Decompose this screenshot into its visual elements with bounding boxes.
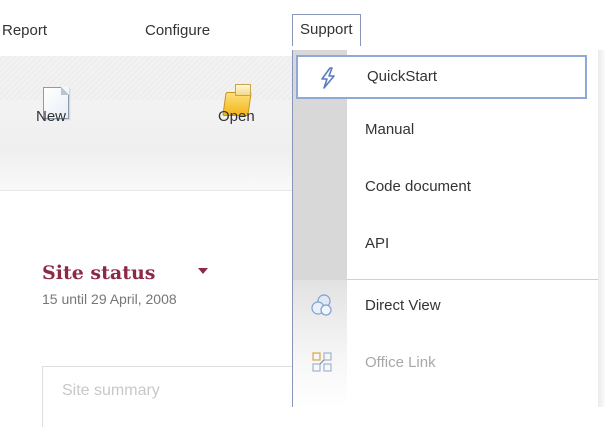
menu-configure[interactable]: Configure xyxy=(145,22,210,39)
menu-bar: Report Configure Support xyxy=(0,0,605,56)
menu-shadow xyxy=(597,50,605,407)
open-button[interactable]: Open xyxy=(218,108,255,125)
menu-item-label: Office Link xyxy=(365,354,436,371)
menu-item-office-link[interactable]: Office Link xyxy=(293,341,598,385)
new-button[interactable]: New xyxy=(36,108,66,125)
circles-icon xyxy=(311,294,332,316)
menu-item-quickstart[interactable]: QuickStart xyxy=(296,55,587,99)
site-status-date: 15 until 29 April, 2008 xyxy=(42,291,177,307)
menu-report[interactable]: Report xyxy=(2,22,47,39)
site-summary-label: Site summary xyxy=(62,382,160,399)
lightning-icon xyxy=(321,67,335,89)
menu-separator xyxy=(347,279,598,280)
menu-support[interactable]: Support xyxy=(292,14,361,46)
menu-item-label: Manual xyxy=(365,121,415,138)
office-link-icon xyxy=(312,352,332,372)
menu-item-label: Code document xyxy=(365,178,471,195)
menu-item-api[interactable]: API xyxy=(293,222,598,266)
menu-item-label: QuickStart xyxy=(367,68,438,85)
menu-item-label: API xyxy=(365,235,390,252)
menu-item-label: Direct View xyxy=(365,297,441,314)
caret-down-icon[interactable] xyxy=(198,268,208,274)
menu-item-direct-view[interactable]: Direct View xyxy=(293,284,598,328)
menu-item-code-document[interactable]: Code document xyxy=(293,165,598,209)
site-status-title[interactable]: Site status xyxy=(42,262,156,284)
menu-item-manual[interactable]: Manual xyxy=(293,108,598,152)
support-dropdown-menu: QuickStart Manual Code document API Dire… xyxy=(292,50,598,407)
